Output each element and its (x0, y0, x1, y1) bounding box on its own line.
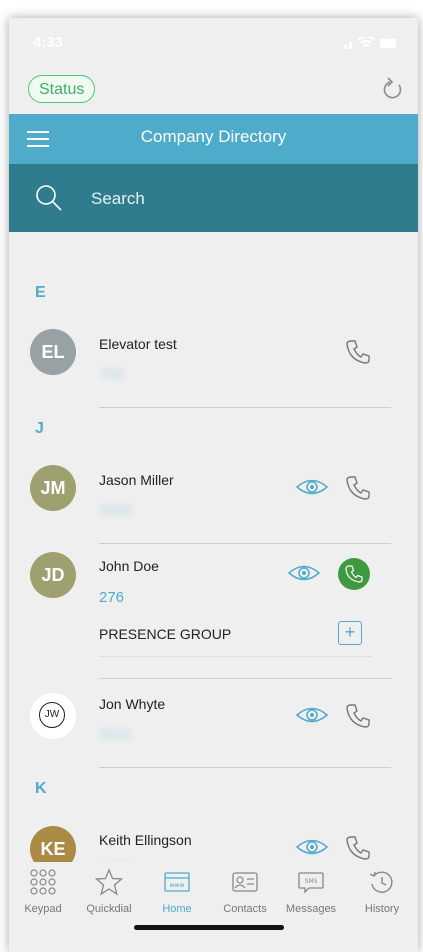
divider (99, 543, 391, 544)
avatar: JW (30, 693, 76, 739)
contact-list: E EL Elevator test 700 J JM Jason Miller… (9, 232, 418, 862)
status-button[interactable]: Status (28, 75, 96, 103)
divider (99, 407, 391, 408)
search-bar (9, 164, 418, 232)
avatar-initials: JW (39, 702, 65, 728)
contact-name: Jason Miller (99, 472, 174, 488)
presence-group-label: PRESENCE GROUP (99, 626, 232, 642)
signal-wifi-battery-icon (344, 35, 396, 49)
eye-presence-icon[interactable] (295, 704, 329, 731)
section-header-k: K (35, 780, 47, 797)
avatar: KE (30, 826, 76, 862)
divider (99, 656, 372, 657)
tab-label: Contacts (223, 903, 267, 915)
avatar: JD (30, 552, 76, 598)
eye-presence-icon[interactable] (287, 562, 321, 589)
status-icons (344, 35, 396, 54)
tab-history[interactable]: History (350, 868, 414, 915)
section-header-e: E (35, 284, 46, 301)
contact-name: Jon Whyte (99, 696, 166, 712)
contact-extension: 3101 (99, 726, 133, 743)
star-icon (94, 868, 124, 896)
divider (99, 678, 391, 679)
home-www-icon: www (164, 872, 190, 892)
call-active-icon[interactable] (338, 558, 370, 595)
add-presence-button[interactable]: + (338, 621, 362, 645)
tab-label: Home (162, 903, 192, 915)
tab-messages[interactable]: SMS Messages (279, 868, 343, 915)
contact-name: Elevator test (99, 336, 177, 352)
tab-label: Keypad (24, 903, 62, 915)
contact-name: Keith Ellingson (99, 832, 192, 848)
search-icon (35, 184, 63, 217)
contact-card-icon (232, 872, 258, 892)
tab-keypad[interactable]: Keypad (11, 868, 75, 915)
app-header: Company Directory (9, 114, 418, 164)
eye-presence-icon[interactable] (295, 836, 329, 862)
search-input[interactable] (89, 184, 393, 214)
svg-text:SMS: SMS (305, 878, 318, 885)
phone-screen: 4:33 Status Company Directory Search E E… (9, 18, 418, 952)
avatar: JM (30, 465, 76, 511)
keypad-icon (30, 869, 56, 895)
divider (99, 767, 391, 768)
tab-label: Messages (285, 903, 337, 915)
eye-presence-icon[interactable] (295, 476, 329, 503)
phone-icon[interactable] (345, 702, 371, 733)
status-time: 4:33 (33, 34, 64, 51)
status-bar: 4:33 (9, 18, 418, 68)
phone-icon[interactable] (345, 834, 371, 862)
history-icon (369, 871, 393, 893)
home-indicator[interactable] (134, 925, 284, 930)
tab-home[interactable]: www Home (145, 868, 209, 915)
page-title: Company Directory (140, 127, 287, 146)
section-header-j: J (35, 420, 44, 437)
top-bar: Status (9, 68, 418, 114)
contact-extension: 276 (99, 589, 125, 606)
tab-label: History (364, 903, 400, 915)
svg-text:www: www (170, 882, 185, 889)
phone-icon[interactable] (345, 338, 371, 369)
sms-icon: SMS (298, 872, 324, 894)
refresh-icon[interactable] (382, 76, 404, 107)
tab-label: Quickdial (86, 903, 132, 915)
tab-bar: Keypad Quickdial www Home Contacts SMS M… (9, 862, 418, 952)
tab-quickdial[interactable]: Quickdial (77, 868, 141, 915)
contact-extension: 2002 (99, 502, 133, 519)
tab-contacts[interactable]: Contacts (213, 868, 277, 915)
avatar: EL (30, 329, 76, 375)
contact-name: John Doe (99, 558, 159, 574)
phone-icon[interactable] (345, 474, 371, 505)
contact-extension: 700 (99, 366, 125, 383)
